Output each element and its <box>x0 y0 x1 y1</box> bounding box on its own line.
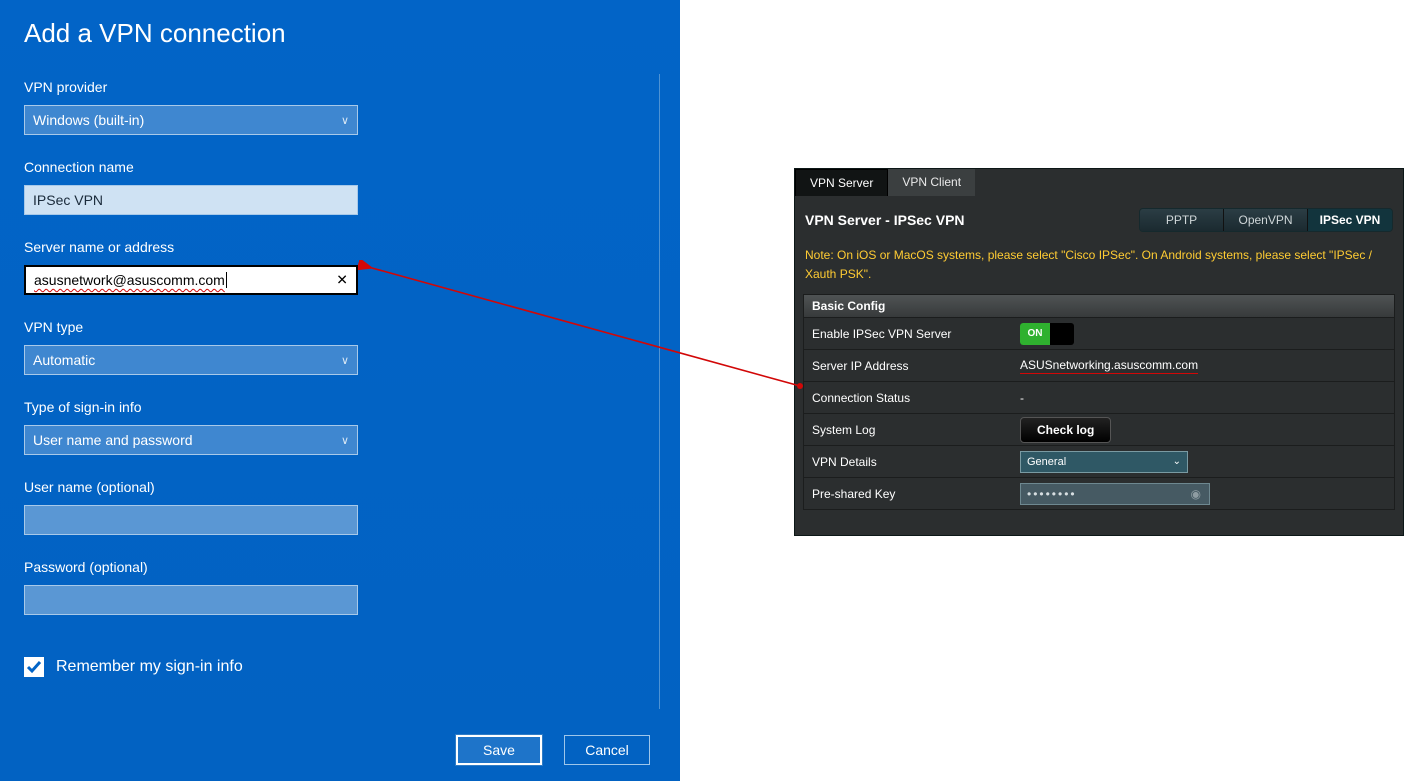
label-system-log: System Log <box>804 423 1014 437</box>
chevron-down-icon: ∨ <box>341 354 349 367</box>
label-vpn-details: VPN Details <box>804 455 1014 469</box>
router-body: VPN Server - IPSec VPN PPTP OpenVPN IPSe… <box>795 196 1403 518</box>
router-tabs: VPN Server VPN Client <box>795 169 1403 196</box>
clear-input-icon[interactable]: ✕ <box>336 272 348 289</box>
value-connection-status: - <box>1014 391 1394 405</box>
panel-divider <box>659 74 660 709</box>
vpn-type-group: VPN type Automatic ∨ <box>24 319 656 375</box>
server-address-label: Server name or address <box>24 239 656 255</box>
tab-vpn-server[interactable]: VPN Server <box>795 169 888 196</box>
signin-type-group: Type of sign-in info User name and passw… <box>24 399 656 455</box>
page-title: Add a VPN connection <box>24 18 656 49</box>
server-address-group: Server name or address asusnetwork@asusc… <box>24 239 656 295</box>
connection-name-group: Connection name IPSec VPN <box>24 159 656 215</box>
username-label: User name (optional) <box>24 479 656 495</box>
router-head: VPN Server - IPSec VPN PPTP OpenVPN IPSe… <box>803 208 1395 232</box>
router-mode-switch: PPTP OpenVPN IPSec VPN <box>1139 208 1393 232</box>
enable-toggle[interactable]: ON <box>1020 323 1074 345</box>
vpn-type-label: VPN type <box>24 319 656 335</box>
vpn-type-value: Automatic <box>33 352 95 368</box>
connection-name-label: Connection name <box>24 159 656 175</box>
row-vpn-details: VPN Details General ⌄ <box>803 446 1395 478</box>
password-input[interactable] <box>24 585 358 615</box>
check-icon <box>26 659 42 675</box>
section-basic-config: Basic Config <box>803 294 1395 318</box>
value-server-ip: ASUSnetworking.asuscomm.com <box>1020 358 1198 374</box>
vpn-type-select[interactable]: Automatic ∨ <box>24 345 358 375</box>
windows-vpn-panel: Add a VPN connection VPN provider Window… <box>0 0 680 781</box>
vpn-provider-group: VPN provider Windows (built-in) ∨ <box>24 79 656 135</box>
mode-pptp[interactable]: PPTP <box>1140 209 1224 231</box>
vpn-provider-select[interactable]: Windows (built-in) ∨ <box>24 105 358 135</box>
row-server-ip: Server IP Address ASUSnetworking.asuscom… <box>803 350 1395 382</box>
connection-name-input[interactable]: IPSec VPN <box>24 185 358 215</box>
label-server-ip: Server IP Address <box>804 359 1014 373</box>
remember-checkbox[interactable] <box>24 657 44 677</box>
check-log-button[interactable]: Check log <box>1020 417 1111 443</box>
row-system-log: System Log Check log <box>803 414 1395 446</box>
username-group: User name (optional) <box>24 479 656 535</box>
psk-value: •••••••• <box>1027 487 1077 501</box>
chevron-down-icon: ⌄ <box>1173 456 1181 467</box>
router-title: VPN Server - IPSec VPN <box>805 212 965 228</box>
remember-label: Remember my sign-in info <box>56 658 243 676</box>
password-label: Password (optional) <box>24 559 656 575</box>
row-psk: Pre-shared Key •••••••• ◉ <box>803 478 1395 510</box>
row-connection-status: Connection Status - <box>803 382 1395 414</box>
signin-type-value: User name and password <box>33 432 193 448</box>
signin-type-select[interactable]: User name and password ∨ <box>24 425 358 455</box>
tab-vpn-client[interactable]: VPN Client <box>888 169 975 196</box>
remember-row: Remember my sign-in info <box>24 657 656 677</box>
label-psk: Pre-shared Key <box>804 487 1014 501</box>
toggle-on-label: ON <box>1020 323 1050 345</box>
chevron-down-icon: ∨ <box>341 114 349 127</box>
router-panel: VPN Server VPN Client VPN Server - IPSec… <box>794 168 1404 536</box>
vpn-provider-label: VPN provider <box>24 79 656 95</box>
vpn-provider-value: Windows (built-in) <box>33 112 144 128</box>
psk-input[interactable]: •••••••• ◉ <box>1020 483 1210 505</box>
button-row: Save Cancel <box>456 735 650 765</box>
save-button[interactable]: Save <box>456 735 542 765</box>
mode-ipsec[interactable]: IPSec VPN <box>1308 209 1392 231</box>
label-connection-status: Connection Status <box>804 391 1014 405</box>
server-address-input[interactable]: asusnetwork@asuscomm.com ✕ <box>24 265 358 295</box>
vpn-details-dropdown[interactable]: General ⌄ <box>1020 451 1188 473</box>
cancel-button[interactable]: Cancel <box>564 735 650 765</box>
row-enable: Enable IPSec VPN Server ON <box>803 318 1395 350</box>
vpn-details-value: General <box>1027 456 1066 468</box>
chevron-down-icon: ∨ <box>341 434 349 447</box>
eye-icon[interactable]: ◉ <box>1191 487 1203 501</box>
password-group: Password (optional) <box>24 559 656 615</box>
label-enable: Enable IPSec VPN Server <box>804 327 1014 341</box>
signin-type-label: Type of sign-in info <box>24 399 656 415</box>
server-address-value: asusnetwork@asuscomm.com <box>34 272 227 288</box>
mode-openvpn[interactable]: OpenVPN <box>1224 209 1308 231</box>
router-note: Note: On iOS or MacOS systems, please se… <box>803 246 1395 294</box>
connection-name-value: IPSec VPN <box>33 192 103 208</box>
username-input[interactable] <box>24 505 358 535</box>
